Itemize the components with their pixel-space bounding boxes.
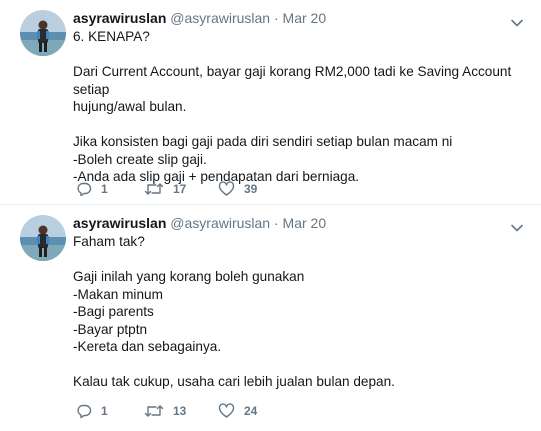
tweet-text-line [73,356,528,374]
reply-button[interactable]: 1 [76,181,144,197]
tweet-text-line: -Bayar ptptn [73,321,148,337]
tweet-text-line: Jika konsisten bagi gaji pada diri sendi… [73,134,453,149]
header-separator: · [273,10,279,26]
tweet-text-line: Kalau tak cukup, usaha cari lebih jualan… [73,374,395,389]
tweet-text-line: -Bagi parents [73,304,154,319]
tweet-actions: 1 13 24 [76,403,278,419]
tweet-text-line: Dari Current Account, bayar gaji korang … [73,64,516,97]
retweet-count: 13 [173,404,187,418]
like-button[interactable]: 24 [218,403,278,419]
heart-icon [218,403,235,418]
tweet[interactable]: asyrawiruslan @asyrawiruslan · Mar 20 Fa… [0,205,541,431]
like-button[interactable]: 39 [218,181,278,197]
tweet-actions: 1 17 39 [76,181,278,197]
tweet-text-line: hujung/awal bulan. [73,99,187,114]
avatar[interactable] [20,215,66,261]
user-handle[interactable]: @asyrawiruslan [170,10,270,26]
tweet-text-line: Faham tak? [73,234,145,249]
chevron-down-icon[interactable] [511,219,523,232]
avatar[interactable] [20,10,66,56]
like-count: 24 [244,404,258,418]
tweet[interactable]: asyrawiruslan @asyrawiruslan · Mar 20 6.… [0,0,541,205]
tweet-text-line [73,251,528,269]
like-count: 39 [244,182,258,196]
heart-icon [218,181,235,196]
tweet-text-line: -Kereta dan sebagainya. [73,339,222,354]
retweet-button[interactable]: 13 [144,403,218,419]
tweet-text: 6. KENAPA? Dari Current Account, bayar g… [73,28,528,186]
tweet-text-line: Gaji inilah yang korang boleh gunakan [73,269,305,284]
tweet-header: asyrawiruslan @asyrawiruslan · Mar 20 [73,215,326,232]
tweet-header: asyrawiruslan @asyrawiruslan · Mar 20 [73,10,326,27]
retweet-icon [144,405,164,417]
reply-icon [77,404,92,419]
tweet-text-line: -Makan minum [73,286,163,302]
tweet-text-line: -Boleh create slip gaji. [73,151,207,167]
chevron-down-icon[interactable] [511,14,523,27]
tweet-text-line [73,46,528,64]
display-name[interactable]: asyrawiruslan [73,215,166,231]
reply-button[interactable]: 1 [76,403,144,419]
tweet-text-line [73,116,528,134]
retweet-count: 17 [173,182,187,196]
tweet-date[interactable]: Mar 20 [283,215,327,231]
reply-count: 1 [101,404,108,418]
reply-icon [77,182,92,197]
reply-count: 1 [101,182,108,196]
header-separator: · [273,215,279,231]
tweet-date[interactable]: Mar 20 [283,10,327,26]
display-name[interactable]: asyrawiruslan [73,10,166,26]
retweet-icon [144,183,164,195]
tweet-text: Faham tak? Gaji inilah yang korang boleh… [73,233,528,391]
retweet-button[interactable]: 17 [144,181,218,197]
user-handle[interactable]: @asyrawiruslan [170,215,270,231]
tweet-text-line: 6. KENAPA? [73,29,150,44]
